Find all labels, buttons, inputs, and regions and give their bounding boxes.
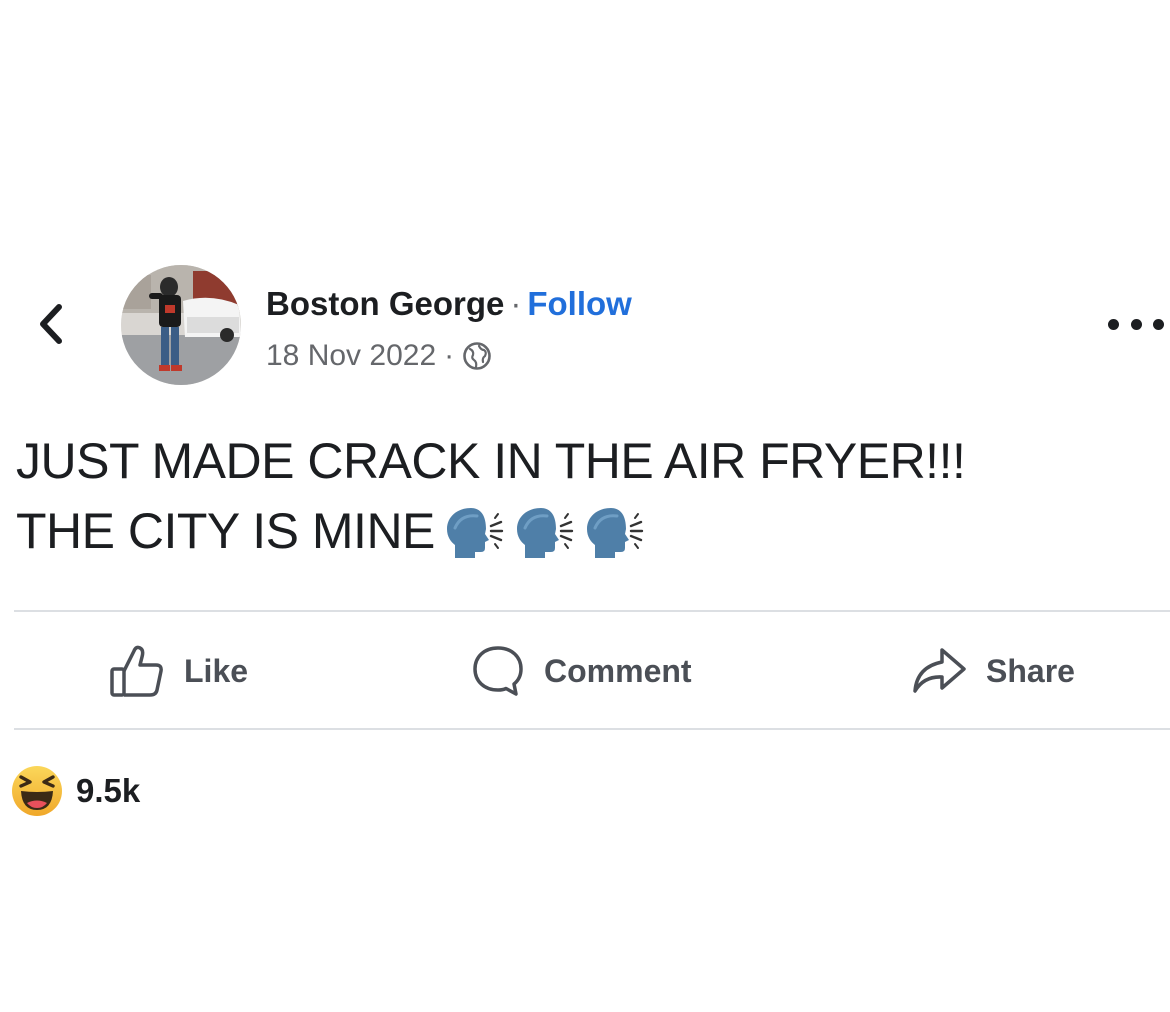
- like-label: Like: [184, 652, 249, 689]
- avatar[interactable]: [121, 265, 241, 385]
- comment-icon: [473, 646, 523, 696]
- reaction-count: 9.5k: [76, 772, 141, 809]
- like-button[interactable]: Like: [108, 642, 248, 700]
- separator-dot: ·: [444, 339, 455, 372]
- post-text-line-2: THE CITY IS MINE: [16, 503, 435, 559]
- post-date[interactable]: 18 Nov 2022: [266, 339, 436, 373]
- author-name[interactable]: Boston George: [266, 285, 504, 322]
- comment-label: Comment: [544, 652, 692, 689]
- chevron-left-icon: [40, 304, 62, 344]
- author-row: Boston George · Follow: [266, 283, 632, 325]
- share-button[interactable]: Share: [910, 642, 1075, 700]
- back-button[interactable]: [28, 298, 72, 350]
- post-header: Boston George · Follow 18 Nov 2022 ·: [266, 283, 632, 373]
- more-options-button[interactable]: [1108, 306, 1164, 342]
- comment-button[interactable]: Comment: [470, 642, 692, 700]
- reactions-summary[interactable]: 9.5k: [10, 764, 140, 818]
- post-text-line-1: JUST MADE CRACK IN THE AIR FRYER!!!: [16, 433, 966, 489]
- post-body: JUST MADE CRACK IN THE AIR FRYER!!! THE …: [16, 426, 1156, 566]
- globe-icon: [463, 342, 491, 370]
- thumbs-up-icon: [110, 645, 163, 697]
- emoji-group: [435, 503, 645, 559]
- profile-photo: [121, 265, 241, 385]
- share-label: Share: [986, 652, 1075, 689]
- more-horizontal-icon: [1153, 318, 1164, 330]
- separator-dot: ·: [510, 285, 522, 322]
- share-icon: [913, 648, 966, 693]
- follow-button[interactable]: Follow: [527, 285, 631, 322]
- post-text-line-2-row: THE CITY IS MINE: [16, 496, 1156, 566]
- speaking-head-icon: [516, 508, 574, 558]
- more-horizontal-icon: [1108, 318, 1119, 330]
- speaking-head-icon: [586, 508, 644, 558]
- laughing-face-icon: [12, 766, 62, 816]
- post-meta: 18 Nov 2022 ·: [266, 339, 632, 373]
- more-horizontal-icon: [1130, 318, 1142, 330]
- divider: [14, 728, 1170, 730]
- speaking-head-icon: [446, 508, 504, 558]
- divider: [14, 610, 1170, 612]
